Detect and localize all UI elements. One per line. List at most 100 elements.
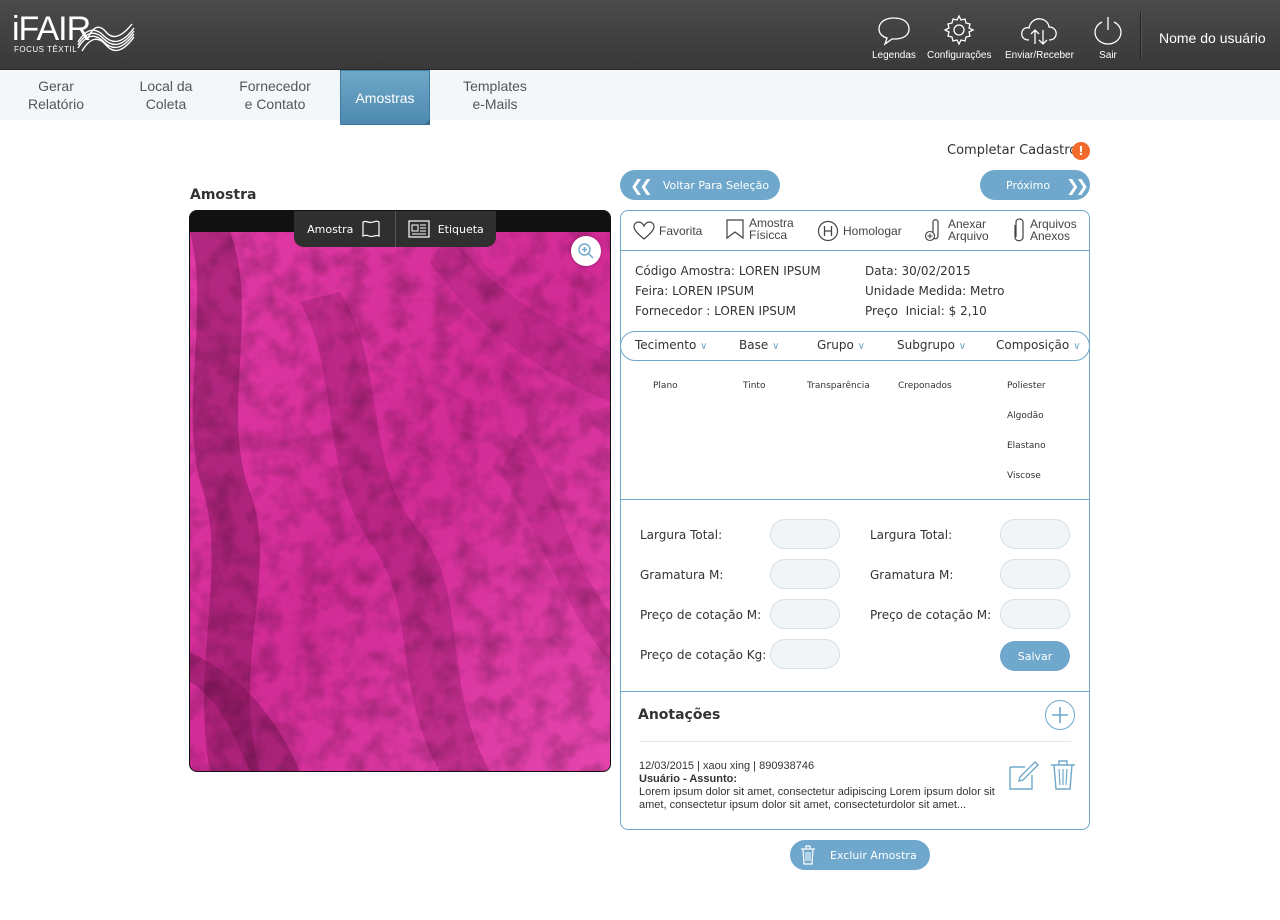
largura-total-label-left: Largura Total:	[640, 528, 723, 542]
amostra-fisica-button[interactable]: Amostra Físicca	[725, 217, 794, 241]
filter-tecimento-label: Tecimento	[635, 338, 697, 352]
excluir-amostra-button[interactable]: Excluir Amostra	[790, 840, 930, 870]
logo-waves-icon	[77, 23, 135, 52]
note-body: Lorem ipsum dolor sit amet, consectetur …	[639, 786, 995, 811]
legendas-button[interactable]: Legendas	[872, 14, 916, 61]
trash-icon	[801, 845, 815, 865]
user-name[interactable]: Nome do usuário	[1159, 30, 1266, 46]
option-elastano[interactable]: Elastano	[1007, 441, 1046, 451]
power-icon	[1094, 17, 1122, 45]
arquivos-anexos-label: Arquivos Anexos	[1030, 217, 1077, 243]
preco-cotacao-m-input-right[interactable]	[1000, 599, 1070, 629]
option-algodao[interactable]: Algodão	[1007, 411, 1044, 421]
image-tab-amostra-label: Amostra	[307, 222, 354, 236]
sample-image-panel: Amostra Etiqueta	[189, 210, 611, 772]
fabric-image	[190, 232, 610, 771]
chevron-down-icon: ∨	[772, 341, 780, 352]
tab-templates-emails[interactable]: Templates e-Mails	[440, 70, 550, 120]
option-poliester[interactable]: Poliester	[1007, 381, 1046, 391]
enviar-receber-button[interactable]: Enviar/Receber	[1005, 14, 1074, 61]
feira: Feira: LOREN IPSUM	[635, 284, 754, 298]
plus-icon	[1052, 707, 1068, 723]
anexar-arquivo-button[interactable]: Anexar Arquivo	[924, 217, 989, 243]
gramatura-input-right[interactable]	[1000, 559, 1070, 589]
preco-cotacao-m-input-left[interactable]	[770, 599, 840, 629]
filter-tecimento[interactable]: Tecimento ∨	[635, 338, 708, 352]
tab-gerar-relatorio[interactable]: Gerar Relatório	[0, 70, 112, 120]
fornecedor-label: Fornecedor :	[635, 304, 711, 318]
filter-subgrupo[interactable]: Subgrupo ∨	[897, 338, 966, 352]
option-transparencia[interactable]: Transparência	[807, 381, 870, 391]
chevron-down-icon: ∨	[700, 341, 708, 352]
gramatura-label-right: Gramatura M:	[870, 568, 954, 582]
configuracoes-button[interactable]: Configurações	[927, 14, 991, 61]
homologar-button[interactable]: Homologar	[817, 220, 902, 242]
gramatura-input-left[interactable]	[770, 559, 840, 589]
h-circle-icon	[817, 220, 839, 242]
flag-icon	[362, 220, 380, 238]
arquivos-anexos-button[interactable]: Arquivos Anexos	[1012, 217, 1077, 243]
option-plano[interactable]: Plano	[653, 381, 678, 391]
unidade-medida-label: Unidade Medida:	[865, 284, 967, 298]
gear-icon	[943, 14, 975, 46]
zoom-in-icon	[578, 243, 594, 259]
top-bar: iFAIR FOCUS TÊXTIL Legendas Configuraçõe…	[0, 0, 1280, 70]
image-tab-etiqueta-label: Etiqueta	[437, 222, 484, 236]
sair-label: Sair	[1099, 50, 1117, 61]
tab-fornecedor-contato[interactable]: Fornecedor e Contato	[220, 70, 330, 120]
option-tinto[interactable]: Tinto	[743, 381, 765, 391]
largura-total-input-right[interactable]	[1000, 519, 1070, 549]
preco-inicial: Preço Inicial: $ 2,10	[865, 304, 987, 318]
tab-local-da-coleta[interactable]: Local da Coleta	[112, 70, 220, 120]
add-annotation-button[interactable]	[1045, 700, 1075, 730]
data-label: Data:	[865, 264, 898, 278]
option-creponados[interactable]: Creponados	[898, 381, 952, 391]
filter-base[interactable]: Base ∨	[739, 338, 779, 352]
label-card-icon	[408, 220, 430, 238]
gramatura-label-left: Gramatura M:	[640, 568, 724, 582]
anotacoes-title: Anotações	[638, 707, 721, 723]
zoom-button[interactable]	[571, 236, 601, 266]
completar-cadastro-link[interactable]: Completar Cadastro	[947, 143, 1077, 158]
amostra-fisica-label: Amostra Físicca	[749, 216, 794, 242]
feira-label: Feira:	[635, 284, 669, 298]
tab-amostras[interactable]: Amostras	[340, 70, 430, 125]
image-tab-amostra[interactable]: Amostra	[294, 211, 395, 247]
codigo-amostra-value: LOREN IPSUM	[738, 264, 821, 278]
edit-icon[interactable]	[1007, 759, 1039, 791]
favorita-button[interactable]: Favorita	[633, 221, 702, 241]
sair-button[interactable]: Sair	[1090, 14, 1126, 61]
unidade-medida-value: Metro	[970, 284, 1005, 298]
filter-composicao[interactable]: Composição ∨	[996, 338, 1080, 352]
data: Data: 30/02/2015	[865, 264, 971, 278]
filter-subgrupo-label: Subgrupo	[897, 338, 955, 352]
app-logo[interactable]: iFAIR FOCUS TÊXTIL	[12, 12, 136, 58]
trash-icon[interactable]	[1047, 759, 1079, 791]
codigo-amostra: Código Amostra: LOREN IPSUM	[635, 264, 821, 278]
divider	[621, 691, 1089, 692]
divider	[621, 499, 1089, 500]
filter-grupo[interactable]: Grupo ∨	[817, 338, 865, 352]
note-subject: Usuário - Assunto:	[639, 773, 737, 785]
next-button[interactable]: Próximo ❯❯	[980, 170, 1090, 200]
fornecedor-value: LOREN IPSUM	[714, 304, 797, 318]
preco-cotacao-kg-input[interactable]	[770, 639, 840, 669]
chevron-down-icon: ∨	[1073, 341, 1081, 352]
salvar-button[interactable]: Salvar	[1000, 641, 1070, 671]
legendas-label: Legendas	[872, 50, 916, 61]
excluir-amostra-label: Excluir Amostra	[830, 848, 917, 862]
option-viscose[interactable]: Viscose	[1007, 471, 1041, 481]
image-tab-etiqueta[interactable]: Etiqueta	[394, 211, 497, 247]
chat-bubble-icon	[878, 17, 910, 46]
homologar-label: Homologar	[843, 224, 902, 238]
chevron-down-icon: ∨	[958, 341, 967, 352]
fornecedor: Fornecedor : LOREN IPSUM	[635, 304, 796, 318]
largura-total-input-left[interactable]	[770, 519, 840, 549]
filter-bar: Tecimento ∨ Base ∨ Grupo ∨ Subgrupo ∨ Co…	[620, 331, 1090, 361]
double-chevron-right-icon: ❯❯	[1066, 175, 1089, 195]
back-to-selection-button[interactable]: ❮❮ Voltar Para Seleção	[620, 170, 780, 200]
sample-title: Amostra	[190, 187, 257, 203]
feira-value: LOREN IPSUM	[672, 284, 755, 298]
cloud-sync-icon	[1021, 18, 1058, 45]
codigo-amostra-label: Código Amostra:	[635, 264, 735, 278]
